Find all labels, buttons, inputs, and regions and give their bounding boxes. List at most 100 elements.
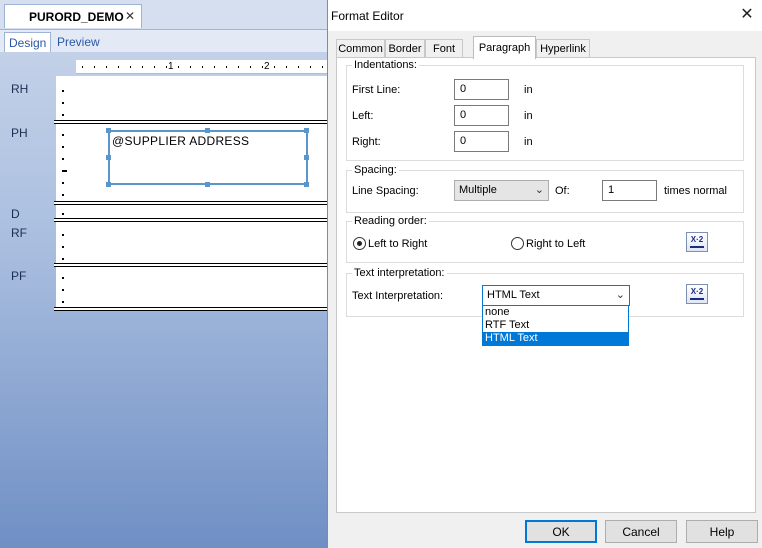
field-expression-text: @SUPPLIER ADDRESS bbox=[112, 134, 250, 148]
ruler-tick bbox=[322, 66, 323, 68]
ruler-tick bbox=[190, 66, 191, 68]
left-indent-label: Left: bbox=[352, 110, 374, 122]
supplier-address-field[interactable]: @SUPPLIER ADDRESS bbox=[108, 130, 308, 185]
rtl-radio[interactable] bbox=[511, 237, 524, 250]
reading-order-expression-button[interactable]: X·2 bbox=[686, 232, 708, 252]
band-area-pf[interactable] bbox=[74, 267, 330, 309]
cancel-button[interactable]: Cancel bbox=[605, 520, 677, 543]
band-separator[interactable] bbox=[54, 307, 330, 311]
ruler-tick bbox=[202, 66, 203, 68]
tab-border[interactable]: Border bbox=[385, 39, 425, 58]
ruler-tick bbox=[310, 66, 311, 68]
expression-icon: X·2 bbox=[690, 235, 704, 244]
option-rtf-text[interactable]: RTF Text bbox=[483, 319, 628, 332]
right-indent-label: Right: bbox=[352, 136, 381, 148]
ruler-mark-1: 1 bbox=[168, 61, 174, 72]
band-strip-pf bbox=[56, 267, 74, 309]
document-tab-close-icon[interactable]: ✕ bbox=[125, 9, 135, 23]
tab-design[interactable]: Design bbox=[4, 32, 52, 52]
ruler-tick bbox=[298, 66, 299, 68]
line-spacing-label: Line Spacing: bbox=[352, 185, 419, 197]
chevron-down-icon: ⌄ bbox=[615, 289, 625, 301]
expression-icon: X·2 bbox=[690, 287, 704, 296]
tab-paragraph[interactable]: Paragraph bbox=[473, 36, 536, 59]
ruler-tick bbox=[226, 66, 227, 68]
rtl-label[interactable]: Right to Left bbox=[526, 238, 585, 250]
chevron-down-icon: ⌄ bbox=[534, 184, 544, 196]
tab-common[interactable]: Common bbox=[336, 39, 385, 58]
spacing-group: Spacing: Line Spacing: Multiple ⌄ Of: 1 … bbox=[346, 164, 744, 213]
of-label: Of: bbox=[555, 185, 570, 197]
band-label-rh: RH bbox=[11, 82, 29, 96]
ok-button[interactable]: OK bbox=[525, 520, 597, 543]
ruler-tick bbox=[286, 66, 287, 68]
text-interpretation-expression-button[interactable]: X·2 bbox=[686, 284, 708, 304]
document-tabbar: PURORD_DEMO ✕ bbox=[0, 0, 330, 30]
resize-handle[interactable] bbox=[205, 128, 210, 133]
first-line-input[interactable]: 0 bbox=[454, 79, 509, 100]
text-interpretation-title: Text interpretation: bbox=[352, 267, 447, 279]
band-area-rh[interactable] bbox=[74, 76, 330, 122]
reading-order-title: Reading order: bbox=[352, 215, 429, 227]
document-tab[interactable]: PURORD_DEMO ✕ bbox=[4, 4, 142, 28]
ruler-tick bbox=[94, 66, 95, 68]
text-interpretation-dropdown: none RTF Text HTML Text bbox=[482, 305, 629, 346]
dialog-titlebar[interactable]: Format Editor ✕ bbox=[328, 0, 762, 31]
tab-hyperlink[interactable]: Hyperlink bbox=[536, 39, 590, 58]
left-indent-unit: in bbox=[524, 110, 533, 122]
line-spacing-value: Multiple bbox=[459, 184, 497, 196]
view-tabs: Design Preview bbox=[0, 30, 330, 52]
spacing-title: Spacing: bbox=[352, 164, 399, 176]
indentations-group: Indentations: First Line: 0 in Left: 0 i… bbox=[346, 59, 744, 161]
right-indent-input[interactable]: 0 bbox=[454, 131, 509, 152]
band-strip-ph bbox=[56, 124, 74, 202]
resize-handle[interactable] bbox=[304, 128, 309, 133]
resize-handle[interactable] bbox=[106, 182, 111, 187]
resize-handle[interactable] bbox=[304, 182, 309, 187]
ruler-tick bbox=[178, 66, 179, 68]
of-input[interactable]: 1 bbox=[602, 180, 657, 201]
band-label-d: D bbox=[11, 207, 20, 221]
text-interpretation-label: Text Interpretation: bbox=[352, 290, 444, 302]
ruler-tick bbox=[142, 66, 143, 68]
ltr-radio[interactable] bbox=[353, 237, 366, 250]
ruler-tick bbox=[166, 66, 167, 68]
band-strip-rf bbox=[56, 222, 74, 264]
close-icon[interactable]: ✕ bbox=[735, 3, 759, 27]
first-line-label: First Line: bbox=[352, 84, 401, 96]
resize-handle[interactable] bbox=[106, 128, 111, 133]
ruler-tick bbox=[154, 66, 155, 68]
dialog-title: Format Editor bbox=[331, 9, 404, 23]
option-html-text[interactable]: HTML Text bbox=[483, 332, 628, 345]
ruler-tick bbox=[238, 66, 239, 68]
paragraph-tab-panel: Indentations: First Line: 0 in Left: 0 i… bbox=[336, 57, 756, 513]
first-line-unit: in bbox=[524, 84, 533, 96]
resize-handle[interactable] bbox=[106, 155, 111, 160]
resize-handle[interactable] bbox=[205, 182, 210, 187]
tab-font[interactable]: Font bbox=[425, 39, 463, 58]
help-button[interactable]: Help bbox=[686, 520, 758, 543]
ruler-tick bbox=[118, 66, 119, 68]
band-area-d[interactable] bbox=[74, 205, 330, 219]
right-indent-unit: in bbox=[524, 136, 533, 148]
horizontal-ruler: 1 2 bbox=[76, 60, 330, 74]
tab-preview[interactable]: Preview bbox=[53, 32, 104, 52]
ltr-label[interactable]: Left to Right bbox=[368, 238, 427, 250]
band-label-rf: RF bbox=[11, 226, 27, 240]
band-label-pf: PF bbox=[11, 269, 27, 283]
left-indent-input[interactable]: 0 bbox=[454, 105, 509, 126]
ruler-tick bbox=[82, 66, 83, 68]
resize-handle[interactable] bbox=[304, 155, 309, 160]
indentations-title: Indentations: bbox=[352, 59, 419, 71]
band-strip-rh bbox=[56, 76, 74, 122]
option-none[interactable]: none bbox=[483, 306, 628, 319]
line-spacing-select[interactable]: Multiple ⌄ bbox=[454, 180, 549, 201]
ruler-tick bbox=[214, 66, 215, 68]
ruler-tick bbox=[106, 66, 107, 68]
ruler-tick bbox=[130, 66, 131, 68]
format-editor-dialog: Format Editor ✕ Common Border Font Parag… bbox=[327, 0, 762, 548]
band-area-rf[interactable] bbox=[74, 222, 330, 264]
ruler-mark-2: 2 bbox=[264, 61, 270, 72]
document-tab-label: PURORD_DEMO bbox=[29, 9, 124, 24]
text-interpretation-select[interactable]: HTML Text ⌄ bbox=[482, 285, 630, 306]
